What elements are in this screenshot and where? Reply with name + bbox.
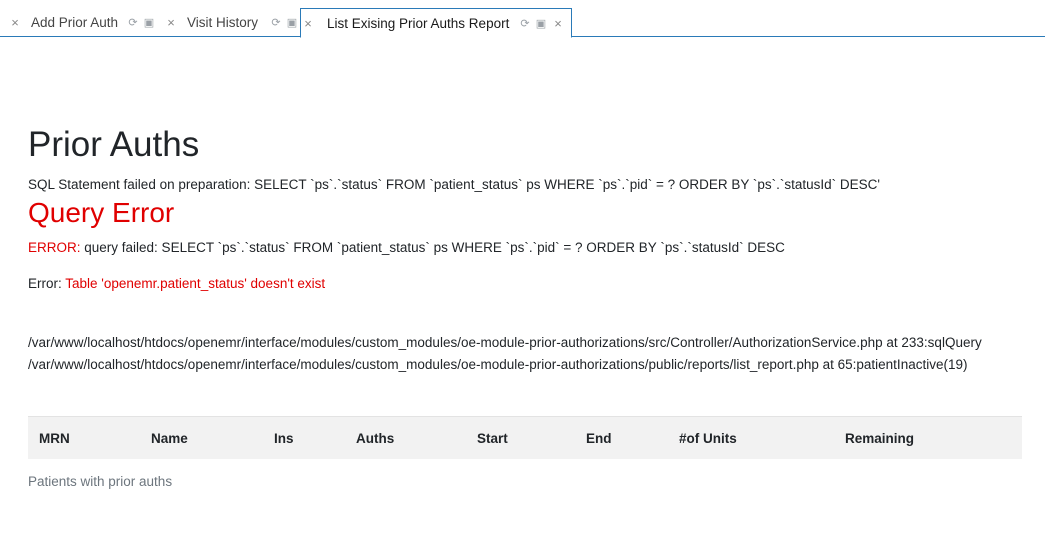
error-text: Table 'openemr.patient_status' doesn't e… <box>65 276 326 291</box>
column-header-mrn[interactable]: MRN <box>39 431 70 446</box>
trace-line: /var/www/localhost/htdocs/openemr/interf… <box>28 335 982 350</box>
column-header-auths[interactable]: Auths <box>356 431 394 446</box>
error-text: query failed: SELECT `ps`.`status` FROM … <box>80 240 785 255</box>
close-icon[interactable]: × <box>164 15 178 30</box>
table-header-row: MRN Name Ins Auths Start End #of Units R… <box>28 416 1022 459</box>
tab-label: Add Prior Auth <box>31 15 119 30</box>
column-header-units[interactable]: #of Units <box>679 431 737 446</box>
refresh-icon[interactable]: ⟳ <box>125 16 141 29</box>
stack-trace: /var/www/localhost/htdocs/openemr/interf… <box>28 332 1018 375</box>
lock-icon[interactable]: ▣ <box>533 17 549 30</box>
column-header-ins[interactable]: Ins <box>274 431 294 446</box>
close-icon[interactable]: × <box>301 16 315 31</box>
page-title: Prior Auths <box>28 125 200 164</box>
lock-icon[interactable]: ▣ <box>141 16 157 29</box>
refresh-icon[interactable]: ⟳ <box>517 17 533 30</box>
tab-add-prior-auth[interactable]: × Add Prior Auth ⟳ ▣ <box>8 8 157 37</box>
lock-icon[interactable]: ▣ <box>284 16 300 29</box>
error-label: Error: <box>28 276 66 291</box>
tab-label: List Exising Prior Auths Report <box>327 15 510 31</box>
sql-failed-message: SQL Statement failed on preparation: SEL… <box>28 177 880 192</box>
column-header-name[interactable]: Name <box>151 431 188 446</box>
close-icon[interactable]: × <box>8 15 22 30</box>
tab-list-prior-auths-report[interactable]: × List Exising Prior Auths Report ⟳ ▣ × <box>300 8 572 38</box>
close-icon[interactable]: × <box>551 16 565 31</box>
tab-label: Visit History <box>187 15 259 30</box>
table-error-line: Error: Table 'openemr.patient_status' do… <box>28 276 325 291</box>
tab-visit-history[interactable]: × Visit History ⟳ ▣ <box>164 8 300 37</box>
column-header-start[interactable]: Start <box>477 431 508 446</box>
table-caption: Patients with prior auths <box>28 474 173 489</box>
query-error-line: ERROR: query failed: SELECT `ps`.`status… <box>28 240 785 255</box>
refresh-icon[interactable]: ⟳ <box>268 16 284 29</box>
column-header-end[interactable]: End <box>586 431 612 446</box>
query-error-heading: Query Error <box>28 197 175 228</box>
column-header-remaining[interactable]: Remaining <box>845 431 914 446</box>
error-label: ERROR: <box>28 240 81 255</box>
tab-bar: × Add Prior Auth ⟳ ▣ × Visit History ⟳ ▣… <box>0 0 1045 38</box>
trace-line: /var/www/localhost/htdocs/openemr/interf… <box>28 356 968 372</box>
